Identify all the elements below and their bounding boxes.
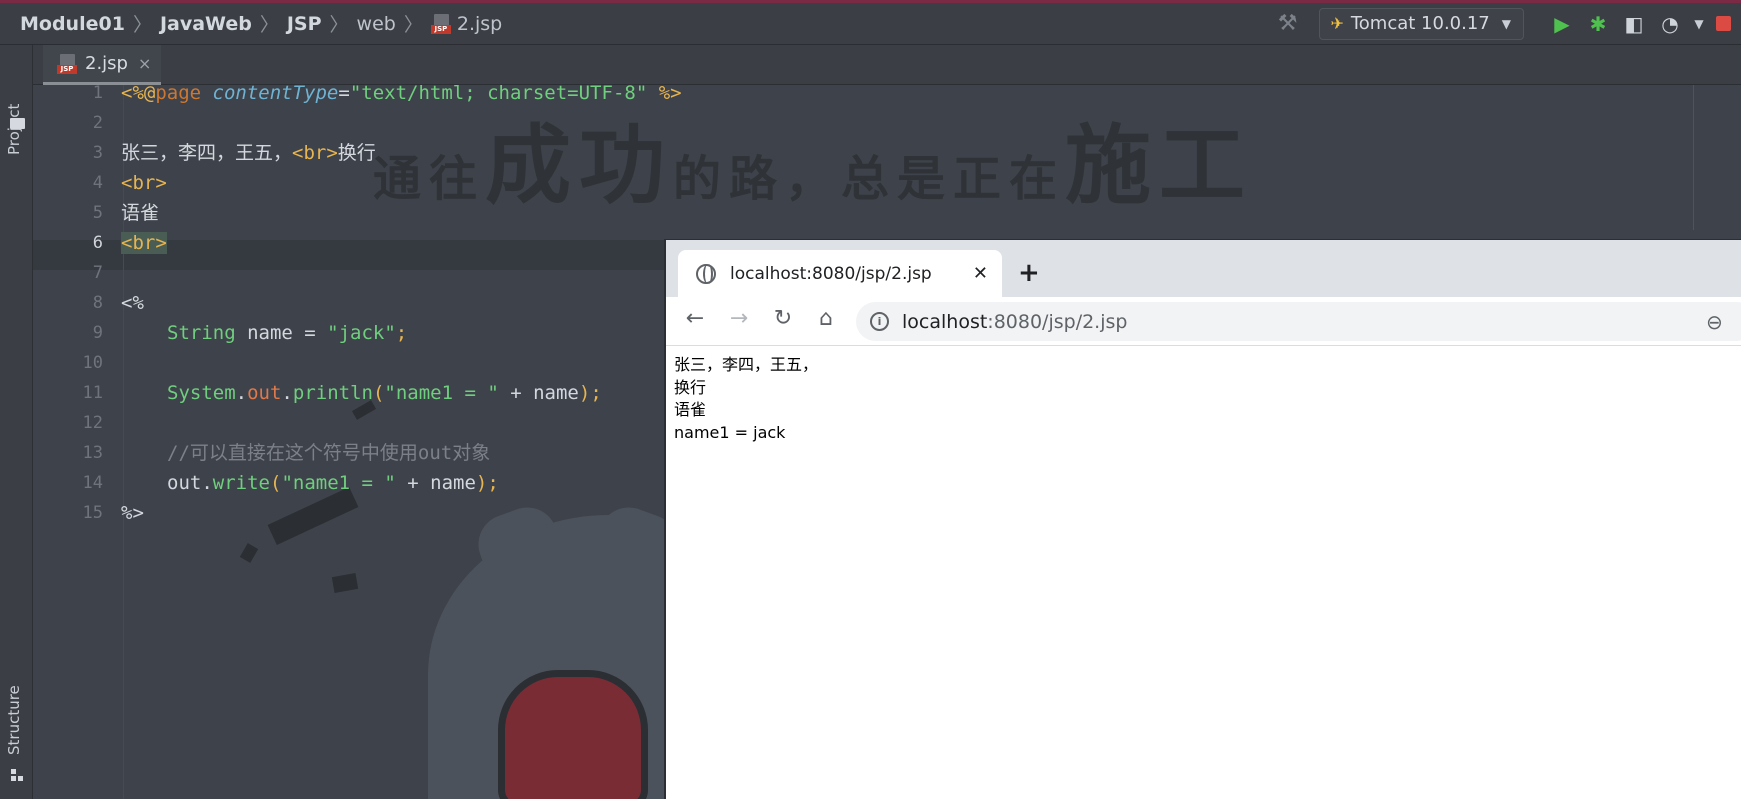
line-number: 4 bbox=[92, 173, 103, 193]
line-number-gutter: 1 2 3 4 5 6 7 8 9 10 11 12 13 14 15 bbox=[33, 85, 123, 799]
page-content: 张三，李四，王五， 换行 语雀 name1 = jack bbox=[674, 354, 818, 444]
breadcrumb-2-jsp[interactable]: 2.jsp bbox=[457, 13, 502, 35]
line-number-active: 6 bbox=[92, 233, 103, 253]
code-line-8: <% bbox=[121, 292, 144, 314]
breadcrumb-javaweb[interactable]: JavaWeb bbox=[160, 13, 252, 35]
code-line-9: String name = "jack"; bbox=[167, 322, 408, 344]
line-number: 1 bbox=[92, 85, 103, 103]
line-number: 3 bbox=[92, 143, 103, 163]
globe-icon bbox=[696, 263, 716, 284]
reload-icon[interactable]: ↻ bbox=[768, 306, 798, 331]
run-configuration-label: Tomcat 10.0.17 bbox=[1350, 13, 1490, 34]
browser-tab[interactable]: localhost:8080/jsp/2.jsp ✕ bbox=[678, 250, 1002, 297]
line-number: 11 bbox=[82, 383, 103, 403]
editor-tab-bar: JSP 2.jsp × bbox=[33, 45, 1741, 85]
toolbar-right: ⚒ ✈ Tomcat 10.0.17 ▼ ▶ ✱ ◧ ◔ ▼ bbox=[1278, 3, 1741, 44]
wallpaper-cat-mouth bbox=[498, 670, 648, 799]
line-number: 14 bbox=[82, 473, 103, 493]
structure-tool-tab[interactable]: Structure bbox=[5, 685, 23, 755]
content-line: 语雀 bbox=[674, 400, 707, 419]
jsp-file-icon: JSP bbox=[430, 13, 451, 34]
chevron-down-icon: ▼ bbox=[1501, 16, 1511, 31]
zoom-out-icon[interactable]: ⊖ bbox=[1706, 310, 1723, 334]
left-tool-strip: Project Structure bbox=[0, 45, 33, 799]
stop-icon[interactable] bbox=[1716, 16, 1731, 31]
jsp-file-icon: JSP bbox=[57, 53, 77, 74]
wallpaper-shard bbox=[331, 573, 359, 593]
close-icon[interactable]: × bbox=[138, 54, 151, 73]
content-line: name1 = jack bbox=[674, 422, 786, 442]
content-line: 张三，李四，王五， bbox=[674, 355, 819, 374]
forward-arrow-icon[interactable]: → bbox=[724, 306, 754, 331]
back-arrow-icon[interactable]: ← bbox=[680, 306, 710, 331]
breadcrumb: Module01 〉 JavaWeb 〉 JSP 〉 web 〉 JSP 2.j… bbox=[0, 3, 502, 44]
line-number: 10 bbox=[82, 353, 103, 373]
tab-label: 2.jsp bbox=[85, 53, 128, 74]
line-number: 7 bbox=[92, 263, 103, 283]
line-number: 9 bbox=[92, 323, 103, 343]
debug-icon[interactable]: ✱ bbox=[1580, 12, 1616, 36]
new-tab-button[interactable]: + bbox=[1018, 258, 1040, 288]
browser-tab-title: localhost:8080/jsp/2.jsp bbox=[730, 263, 932, 284]
structure-icon[interactable] bbox=[11, 769, 24, 782]
info-icon[interactable]: i bbox=[870, 312, 889, 331]
url-host: localhost bbox=[902, 310, 988, 333]
tab-2-jsp[interactable]: JSP 2.jsp × bbox=[43, 45, 162, 85]
navigation-bar: Module01 〉 JavaWeb 〉 JSP 〉 web 〉 JSP 2.j… bbox=[0, 0, 1741, 45]
tomcat-icon: ✈ bbox=[1330, 14, 1344, 33]
code-line-5: 语雀 bbox=[121, 202, 160, 224]
code-line-6: <br> bbox=[121, 232, 167, 254]
run-configuration-dropdown[interactable]: ✈ Tomcat 10.0.17 ▼ bbox=[1319, 7, 1524, 40]
line-number: 12 bbox=[82, 413, 103, 433]
code-line-3: 张三，李四，王五，<br>换行 bbox=[121, 142, 376, 164]
profile-icon[interactable]: ◔ bbox=[1652, 12, 1688, 36]
chevron-down-icon[interactable]: ▼ bbox=[1688, 17, 1710, 31]
address-bar[interactable]: i localhost:8080/jsp/2.jsp ⊖ ⇗ bbox=[856, 302, 1741, 341]
browser-window: localhost:8080/jsp/2.jsp ✕ + ← → ↻ ⌂ i l… bbox=[664, 239, 1741, 799]
coverage-icon[interactable]: ◧ bbox=[1616, 12, 1652, 36]
line-number: 2 bbox=[92, 113, 103, 133]
wallpaper-shard bbox=[239, 543, 259, 563]
wallpaper-slogan: 通往成功的路，总是正在施工 bbox=[373, 116, 1254, 216]
right-margin-guide bbox=[1693, 85, 1694, 230]
code-line-11: System.out.println("name1 = " + name); bbox=[167, 382, 602, 404]
code-line-15: %> bbox=[121, 502, 144, 524]
code-line-1: <%@page contentType="text/html; charset=… bbox=[121, 85, 682, 104]
browser-tab-strip: localhost:8080/jsp/2.jsp ✕ + bbox=[666, 240, 1741, 297]
chevron-right-icon: 〉 bbox=[329, 14, 349, 36]
home-icon[interactable]: ⌂ bbox=[811, 306, 841, 331]
code-line-13: //可以直接在这个符号中使用out对象 bbox=[167, 442, 491, 464]
run-icon[interactable]: ▶ bbox=[1544, 12, 1580, 36]
code-line-4: <br> bbox=[121, 172, 167, 194]
line-number: 5 bbox=[92, 203, 103, 223]
line-number: 8 bbox=[92, 293, 103, 313]
url-path: :8080/jsp/2.jsp bbox=[987, 310, 1128, 333]
chevron-right-icon: 〉 bbox=[403, 14, 423, 36]
folder-icon[interactable] bbox=[10, 118, 25, 129]
line-number: 15 bbox=[82, 503, 103, 523]
chevron-right-icon: 〉 bbox=[259, 14, 279, 36]
breadcrumb-web[interactable]: web bbox=[357, 13, 396, 35]
chevron-right-icon: 〉 bbox=[132, 14, 152, 36]
breadcrumb-module01[interactable]: Module01 bbox=[20, 13, 125, 35]
browser-toolbar: ← → ↻ ⌂ i localhost:8080/jsp/2.jsp ⊖ ⇗ bbox=[666, 297, 1741, 346]
hammer-icon[interactable]: ⚒ bbox=[1278, 11, 1298, 36]
line-number: 13 bbox=[82, 443, 103, 463]
content-line: 换行 bbox=[674, 377, 707, 397]
code-line-14: out.write("name1 = " + name); bbox=[167, 472, 499, 494]
breadcrumb-jsp[interactable]: JSP bbox=[287, 13, 322, 35]
close-icon[interactable]: ✕ bbox=[973, 263, 988, 284]
project-tool-tab[interactable]: Project bbox=[5, 104, 23, 155]
